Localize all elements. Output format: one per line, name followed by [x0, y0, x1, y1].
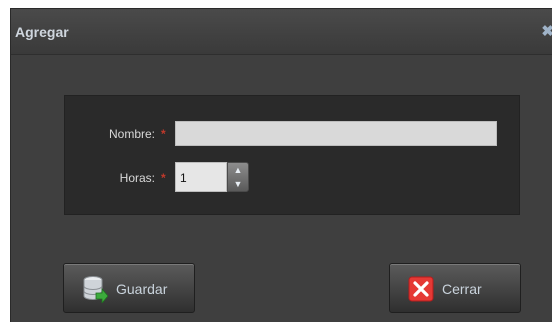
- spin-up-icon[interactable]: ▲: [228, 163, 248, 177]
- horas-stepper[interactable]: 1 ▲ ▼: [175, 162, 249, 192]
- horas-input[interactable]: 1: [175, 162, 227, 192]
- agregar-dialog: Agregar ✖ Nombre: * Horas: * 1 ▲ ▼ Guard…: [10, 8, 552, 322]
- cerrar-button[interactable]: Cerrar: [389, 263, 521, 313]
- guardar-label: Guardar: [116, 281, 168, 297]
- cerrar-label: Cerrar: [442, 281, 482, 297]
- nombre-input[interactable]: [175, 121, 497, 146]
- guardar-button[interactable]: Guardar: [63, 263, 195, 313]
- horas-required-marker: *: [161, 171, 166, 185]
- dialog-titlebar[interactable]: Agregar ✖: [11, 9, 552, 55]
- close-x-icon: [408, 276, 434, 302]
- form-panel: Nombre: * Horas: * 1 ▲ ▼: [64, 95, 520, 215]
- horas-spin-buttons: ▲ ▼: [227, 162, 249, 192]
- dialog-title: Agregar: [15, 24, 69, 40]
- database-save-icon: [83, 276, 108, 303]
- nombre-label: Nombre:: [108, 127, 155, 141]
- horas-label: Horas:: [119, 171, 155, 185]
- horas-row: Horas: * 1 ▲ ▼: [65, 162, 519, 192]
- spin-down-icon[interactable]: ▼: [228, 177, 248, 191]
- nombre-row: Nombre: *: [65, 118, 519, 148]
- close-icon[interactable]: ✖: [541, 22, 552, 40]
- nombre-required-marker: *: [161, 127, 166, 141]
